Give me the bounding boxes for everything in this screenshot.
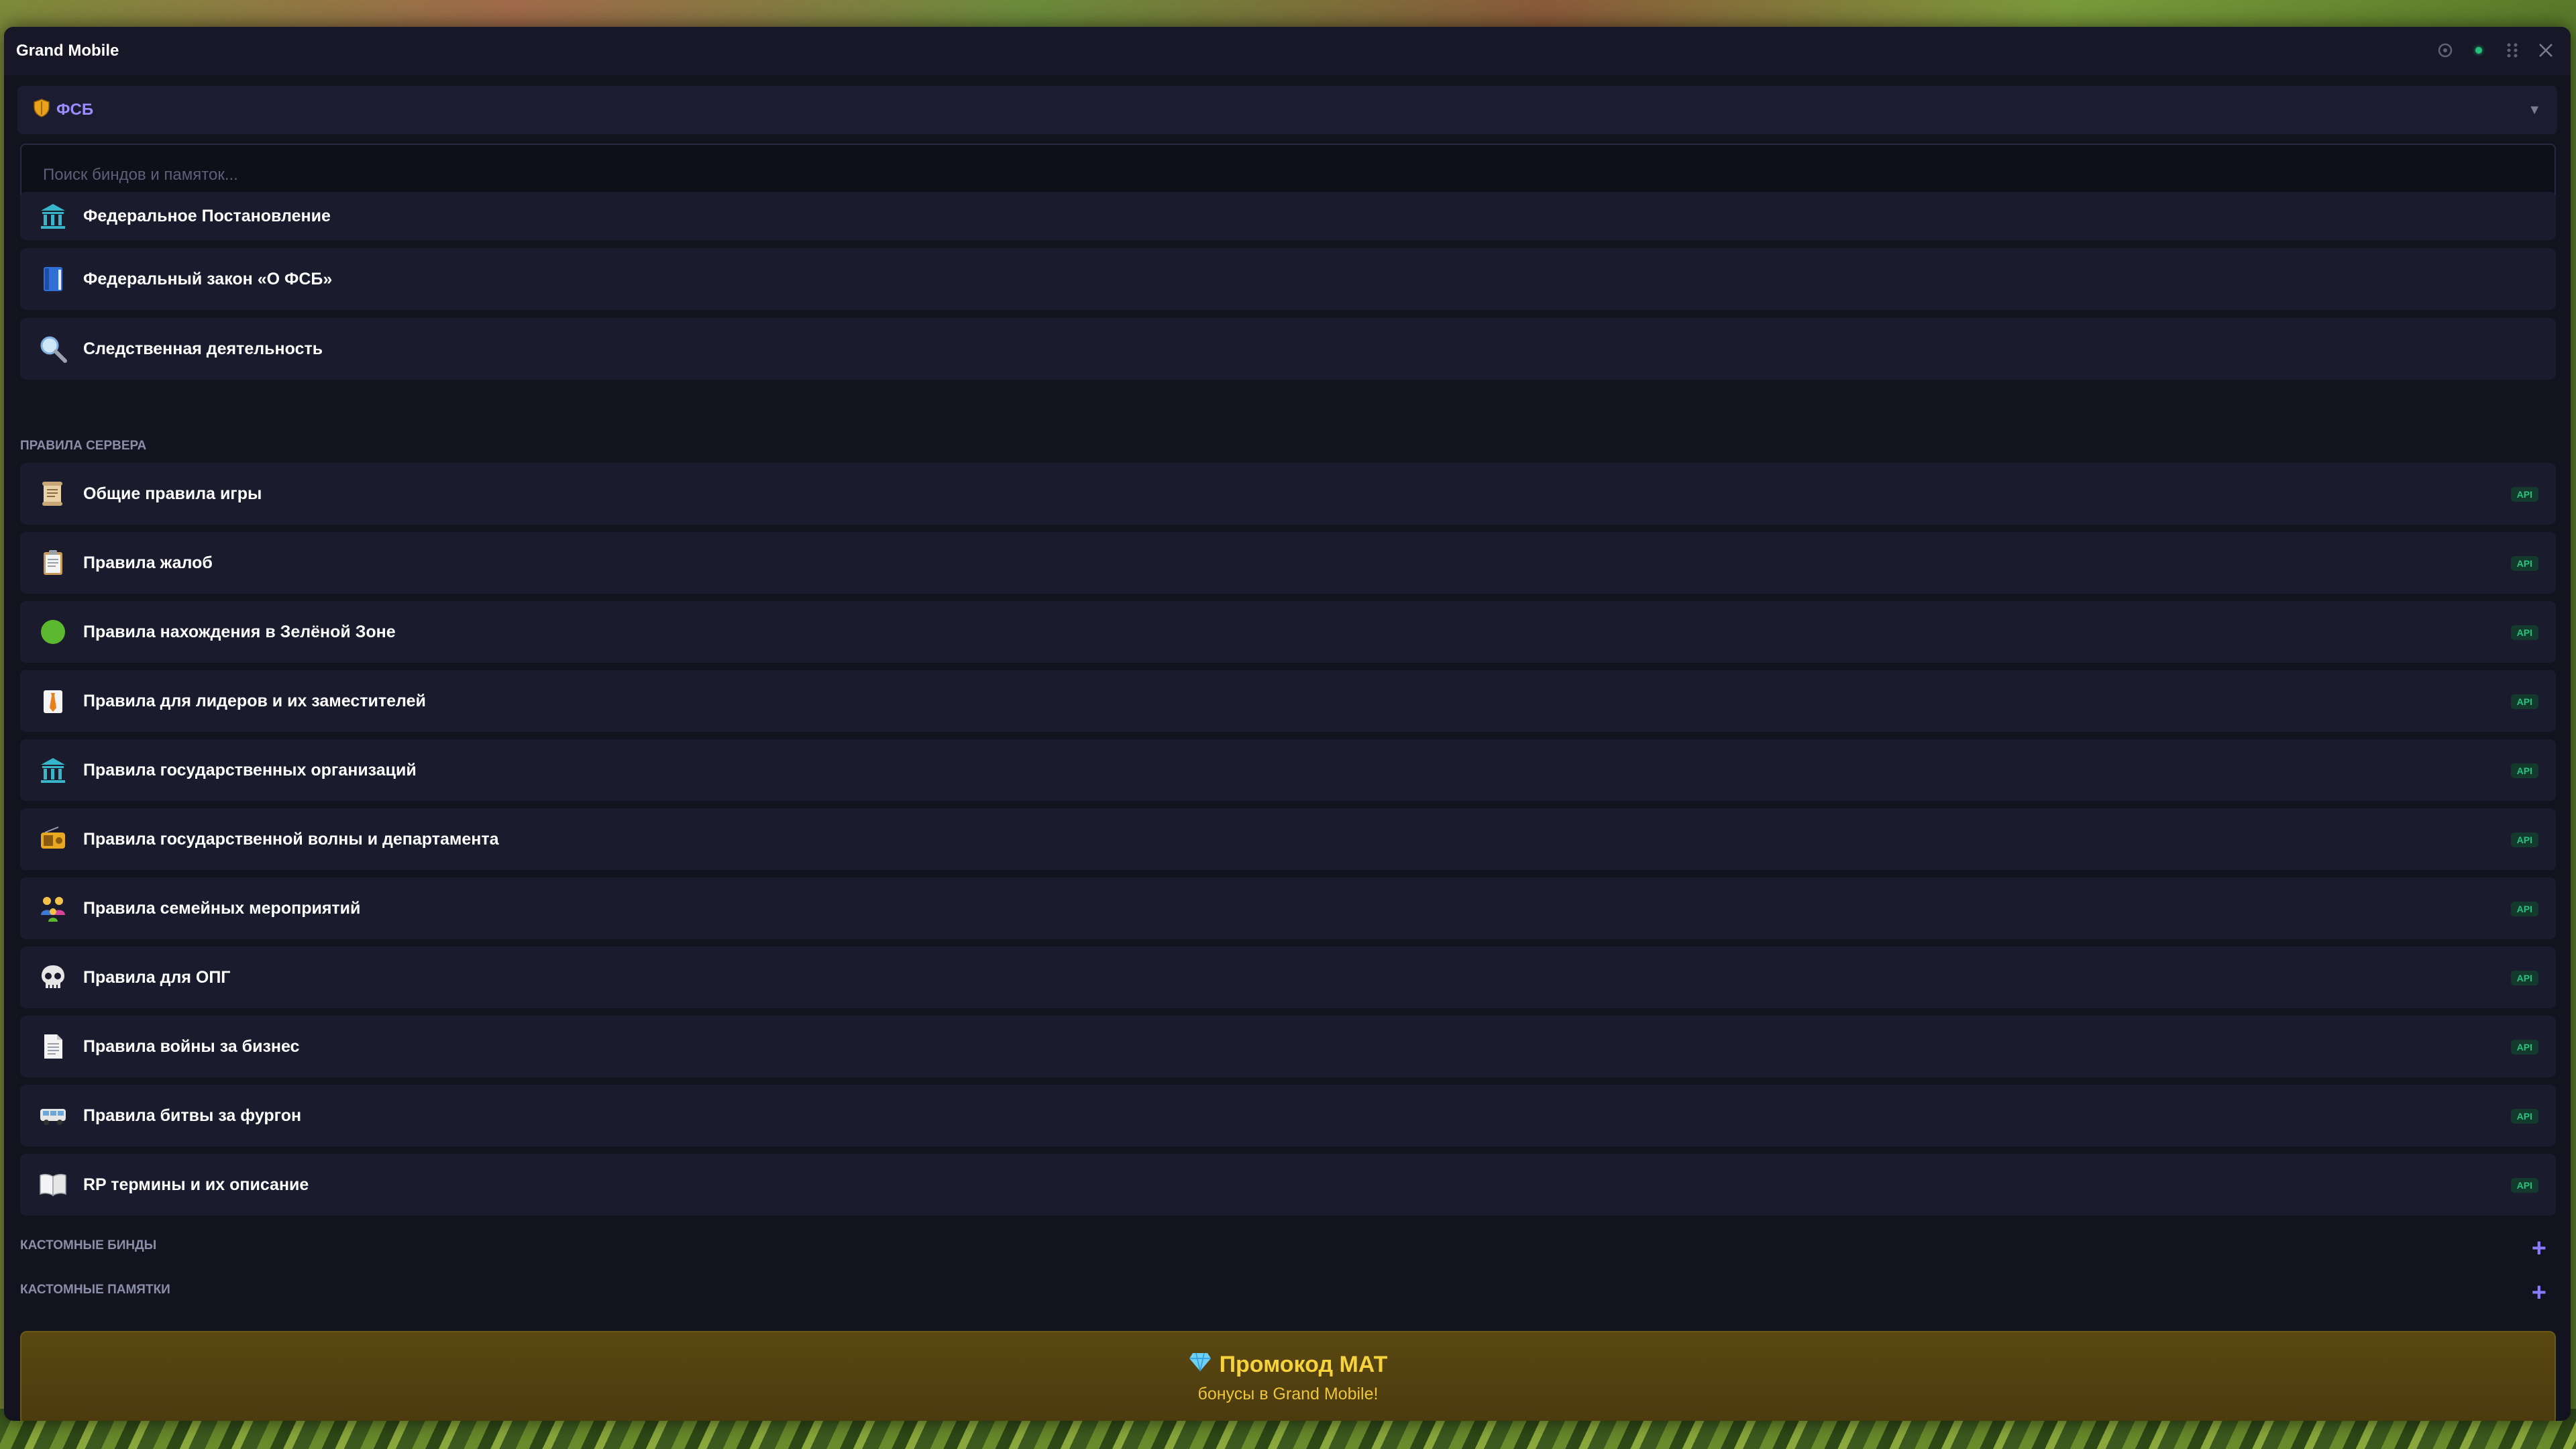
api-badge: API xyxy=(2510,971,2538,985)
list-item-label: Правила войны за бизнес xyxy=(83,1036,300,1056)
list-item[interactable]: Общие правила игры API xyxy=(20,463,2556,525)
list-item[interactable]: Правила войны за бизнес API xyxy=(20,1016,2556,1077)
api-badge: API xyxy=(2510,1178,2538,1193)
list-item-label: Правила нахождения в Зелёной Зоне xyxy=(83,622,396,641)
family-icon xyxy=(36,892,70,925)
api-badge: API xyxy=(2510,1109,2538,1124)
faction-label: ФСБ xyxy=(56,101,94,119)
list-item[interactable]: RP термины и их описание API xyxy=(20,1154,2556,1216)
promo-subtitle: бонусы в Grand Mobile! xyxy=(1197,1385,1379,1403)
section-title-custom-notes: КАСТОМНЫЕ ПАМЯТКИ xyxy=(20,1283,170,1297)
promo-title: Промокод МАТ xyxy=(1219,1352,1388,1377)
list-item-label: RP термины и их описание xyxy=(83,1175,309,1194)
list-item[interactable]: Правила для лидеров и их заместителей AP… xyxy=(20,670,2556,732)
app-window: Grand Mobile ФСБ ▼ Феде xyxy=(4,27,2571,1421)
title-bar[interactable]: Grand Mobile xyxy=(4,27,2571,75)
government-building-icon xyxy=(36,753,70,787)
leader-tie-icon xyxy=(36,684,70,718)
api-badge: API xyxy=(2510,556,2538,571)
section-title-custom-binds: КАСТОМНЫЕ БИНДЫ xyxy=(20,1238,157,1252)
government-building-icon xyxy=(36,199,70,233)
list-item[interactable]: Правила государственных организаций API xyxy=(20,739,2556,801)
blue-book-icon xyxy=(36,262,70,296)
list-item[interactable]: Правила нахождения в Зелёной Зоне API xyxy=(20,601,2556,663)
api-badge: API xyxy=(2510,902,2538,916)
list-item[interactable]: Правила для ОПГ API xyxy=(20,947,2556,1008)
list-item-label: Федеральное Постановление xyxy=(83,206,331,225)
api-badge: API xyxy=(2510,487,2538,502)
api-badge: API xyxy=(2510,763,2538,778)
list-item-label: Правила для лидеров и их заместителей xyxy=(83,691,426,710)
settings-icon[interactable] xyxy=(2435,40,2455,60)
add-custom-bind-button[interactable]: + xyxy=(2532,1236,2546,1261)
list-item[interactable]: Федеральное Постановление xyxy=(20,192,2556,240)
search-input[interactable] xyxy=(42,165,2555,185)
green-circle-icon xyxy=(36,615,70,649)
list-item[interactable]: Следственная деятельность xyxy=(20,318,2556,380)
api-badge: API xyxy=(2510,694,2538,709)
list-item[interactable]: Правила битвы за фургон API xyxy=(20,1085,2556,1146)
skull-icon xyxy=(36,961,70,994)
api-badge: API xyxy=(2510,625,2538,640)
list-item[interactable]: Правила жалоб API xyxy=(20,532,2556,594)
radio-icon xyxy=(36,822,70,856)
list-item[interactable]: Правила семейных мероприятий API xyxy=(20,877,2556,939)
add-custom-note-button[interactable]: + xyxy=(2532,1280,2546,1305)
chevron-down-icon: ▼ xyxy=(2528,102,2541,117)
window-title: Grand Mobile xyxy=(16,42,119,60)
promo-title-row: Промокод МАТ xyxy=(1189,1352,1388,1378)
clipboard-icon xyxy=(36,546,70,580)
list-item-label: Правила семейных мероприятий xyxy=(83,898,361,918)
list-content: Федеральное Постановление Федеральный за… xyxy=(4,192,2571,1421)
faction-selector[interactable]: ФСБ ▼ xyxy=(17,86,2557,134)
diamond-icon xyxy=(1189,1352,1212,1378)
list-item-label: Следственная деятельность xyxy=(83,339,323,358)
drag-handle-icon[interactable] xyxy=(2502,40,2522,60)
shield-icon xyxy=(34,98,50,122)
promo-banner[interactable]: Промокод МАТ бонусы в Grand Mobile! xyxy=(20,1331,2556,1421)
list-item[interactable]: Федеральный закон «О ФСБ» xyxy=(20,248,2556,310)
list-item-label: Правила жалоб xyxy=(83,553,213,572)
list-item-label: Общие правила игры xyxy=(83,484,262,503)
window-controls xyxy=(2435,40,2556,60)
list-item-label: Правила государственной волны и департам… xyxy=(83,829,499,849)
magnifier-icon xyxy=(36,332,70,366)
api-badge: API xyxy=(2510,1040,2538,1055)
list-item-label: Правила государственных организаций xyxy=(83,760,417,780)
scroll-icon xyxy=(36,477,70,511)
close-icon[interactable] xyxy=(2536,40,2556,60)
api-badge: API xyxy=(2510,833,2538,847)
section-title-server-rules: ПРАВИЛА СЕРВЕРА xyxy=(20,439,147,453)
list-item-label: Правила битвы за фургон xyxy=(83,1106,302,1125)
list-item-label: Федеральный закон «О ФСБ» xyxy=(83,269,333,288)
open-book-icon xyxy=(36,1168,70,1201)
document-icon xyxy=(36,1030,70,1063)
list-item-label: Правила для ОПГ xyxy=(83,967,231,987)
list-item[interactable]: Правила государственной волны и департам… xyxy=(20,808,2556,870)
van-icon xyxy=(36,1099,70,1132)
status-indicator-icon xyxy=(2469,40,2489,60)
